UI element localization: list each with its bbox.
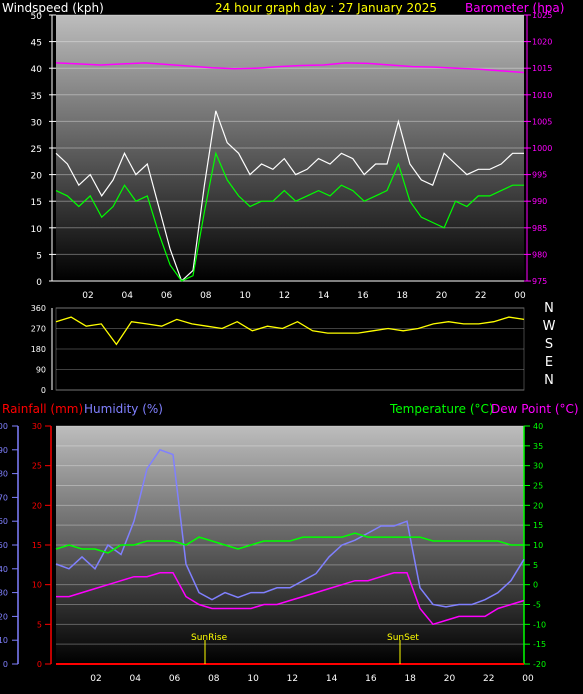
dewpoint-label: Dew Point (°C) <box>491 402 579 416</box>
temp-x-tick-label: 18 <box>404 674 416 684</box>
wind-x-tick-label: 18 <box>396 291 408 301</box>
baro-tick-label: 975 <box>532 277 547 286</box>
humidity-tick-label: 100 <box>0 422 8 431</box>
compass-label: S <box>545 337 553 352</box>
rain-tick-label: 25 <box>32 462 42 471</box>
baro-tick-label: 990 <box>532 197 547 206</box>
wind-x-tick-label: 14 <box>318 291 330 301</box>
wind-x-tick-label: 02 <box>82 291 93 301</box>
compass-label: W <box>543 319 556 334</box>
baro-tick-label: 1000 <box>532 144 552 153</box>
temp-tick-label: 20 <box>533 501 543 510</box>
compass-labels: NWSEN <box>543 301 556 388</box>
wind-x-tick-label: 04 <box>122 291 134 301</box>
baro-tick-label: 1020 <box>532 38 552 47</box>
direction-tick-label: 360 <box>31 304 46 313</box>
temp-tick-label: -15 <box>533 640 546 649</box>
temp-x-tick-label: 08 <box>208 674 220 684</box>
temp-tick-label: 25 <box>533 482 543 491</box>
temperature-label: Temperature (°C) <box>389 402 494 416</box>
humidity-tick-label: 70 <box>0 493 8 502</box>
temp-x-tick-label: 06 <box>169 674 181 684</box>
temp-x-tick-label: 14 <box>326 674 338 684</box>
temp-x-tick-label: 16 <box>365 674 377 684</box>
wind-tick-label: 30 <box>31 118 43 128</box>
temp-tick-label: -20 <box>533 660 546 669</box>
temp-x-tick-label: 00 <box>522 674 534 684</box>
wind-tick-label: 45 <box>31 39 42 49</box>
wind-tick-label: 35 <box>31 92 42 102</box>
wind-tick-label: 5 <box>36 251 42 261</box>
weather-charts: Windspeed (kph) 24 hour graph day : 27 J… <box>0 1 579 684</box>
temp-x-tick-label: 20 <box>444 674 456 684</box>
wind-x-tick-label: 00 <box>514 291 526 301</box>
temp-tick-label: 5 <box>533 561 538 570</box>
humidity-label: Humidity (%) <box>84 402 163 416</box>
wind-tick-label: 10 <box>31 225 43 235</box>
humidity-tick-label: 10 <box>0 636 8 645</box>
rain-tick-label: 10 <box>32 581 42 590</box>
direction-tick-label: 90 <box>36 366 46 375</box>
temp-tick-label: 10 <box>533 541 543 550</box>
compass-label: E <box>545 355 553 370</box>
rain-tick-label: 5 <box>37 620 42 629</box>
humidity-tick-label: 20 <box>0 612 8 621</box>
temp-tick-label: 30 <box>533 462 543 471</box>
compass-label: N <box>544 301 554 316</box>
compass-label: N <box>544 373 554 388</box>
baro-tick-label: 1015 <box>532 64 552 73</box>
temp-x-tick-label: 10 <box>247 674 259 684</box>
temp-tick-label: 15 <box>533 521 543 530</box>
temp-tick-label: 0 <box>533 581 538 590</box>
direction-tick-label: 180 <box>31 345 46 354</box>
wind-tick-label: 15 <box>31 198 42 208</box>
wind-tick-label: 20 <box>31 172 43 182</box>
temp-tick-label: 40 <box>533 422 543 431</box>
humidity-tick-label: 50 <box>0 541 8 550</box>
weather-graph-page: Windspeed (kph) 24 hour graph day : 27 J… <box>0 0 583 694</box>
baro-tick-label: 1005 <box>532 117 552 126</box>
wind-tick-label: 0 <box>36 278 42 288</box>
wind-tick-label: 25 <box>31 145 42 155</box>
chart-title: 24 hour graph day : 27 January 2025 <box>215 1 437 15</box>
temp-x-tick-label: 22 <box>483 674 494 684</box>
sunset-label: SunSet <box>387 633 419 643</box>
direction-tick-label: 270 <box>31 325 46 334</box>
baro-tick-label: 995 <box>532 171 547 180</box>
temp-x-tick-label: 12 <box>287 674 298 684</box>
baro-tick-label: 1025 <box>532 11 552 20</box>
wind-x-tick-label: 10 <box>239 291 251 301</box>
rain-tick-label: 15 <box>32 541 42 550</box>
humidity-tick-label: 60 <box>0 517 8 526</box>
humidity-tick-label: 0 <box>3 660 8 669</box>
wind-x-tick-label: 20 <box>436 291 448 301</box>
windspeed-label: Windspeed (kph) <box>2 1 104 15</box>
direction-tick-label: 0 <box>41 386 46 395</box>
baro-tick-label: 980 <box>532 250 547 259</box>
humidity-tick-label: 80 <box>0 470 8 479</box>
wind-x-tick-label: 06 <box>161 291 173 301</box>
rainfall-label: Rainfall (mm) <box>2 402 83 416</box>
rain-tick-label: 20 <box>32 501 42 510</box>
rain-tick-label: 0 <box>37 660 42 669</box>
wind-x-tick-label: 12 <box>279 291 290 301</box>
rain-tick-label: 30 <box>32 422 42 431</box>
baro-tick-label: 1010 <box>532 91 552 100</box>
temp-tick-label: 35 <box>533 442 543 451</box>
temp-tick-label: -10 <box>533 620 546 629</box>
wind-tick-label: 50 <box>31 12 43 22</box>
wind-x-tick-label: 22 <box>475 291 486 301</box>
direction-axes: 0 90 180 270 360 <box>31 304 53 395</box>
humidity-tick-label: 40 <box>0 565 8 574</box>
baro-tick-label: 985 <box>532 224 547 233</box>
sunrise-label: SunRise <box>191 633 228 643</box>
wind-tick-label: 40 <box>31 65 43 75</box>
wind-x-tick-label: 16 <box>357 291 369 301</box>
wind-x-tick-label: 08 <box>200 291 212 301</box>
temp-tick-label: -5 <box>533 601 541 610</box>
temp-x-tick-label: 02 <box>90 674 101 684</box>
humidity-tick-label: 90 <box>0 446 8 455</box>
temp-x-tick-label: 04 <box>130 674 142 684</box>
humidity-tick-label: 30 <box>0 589 8 598</box>
